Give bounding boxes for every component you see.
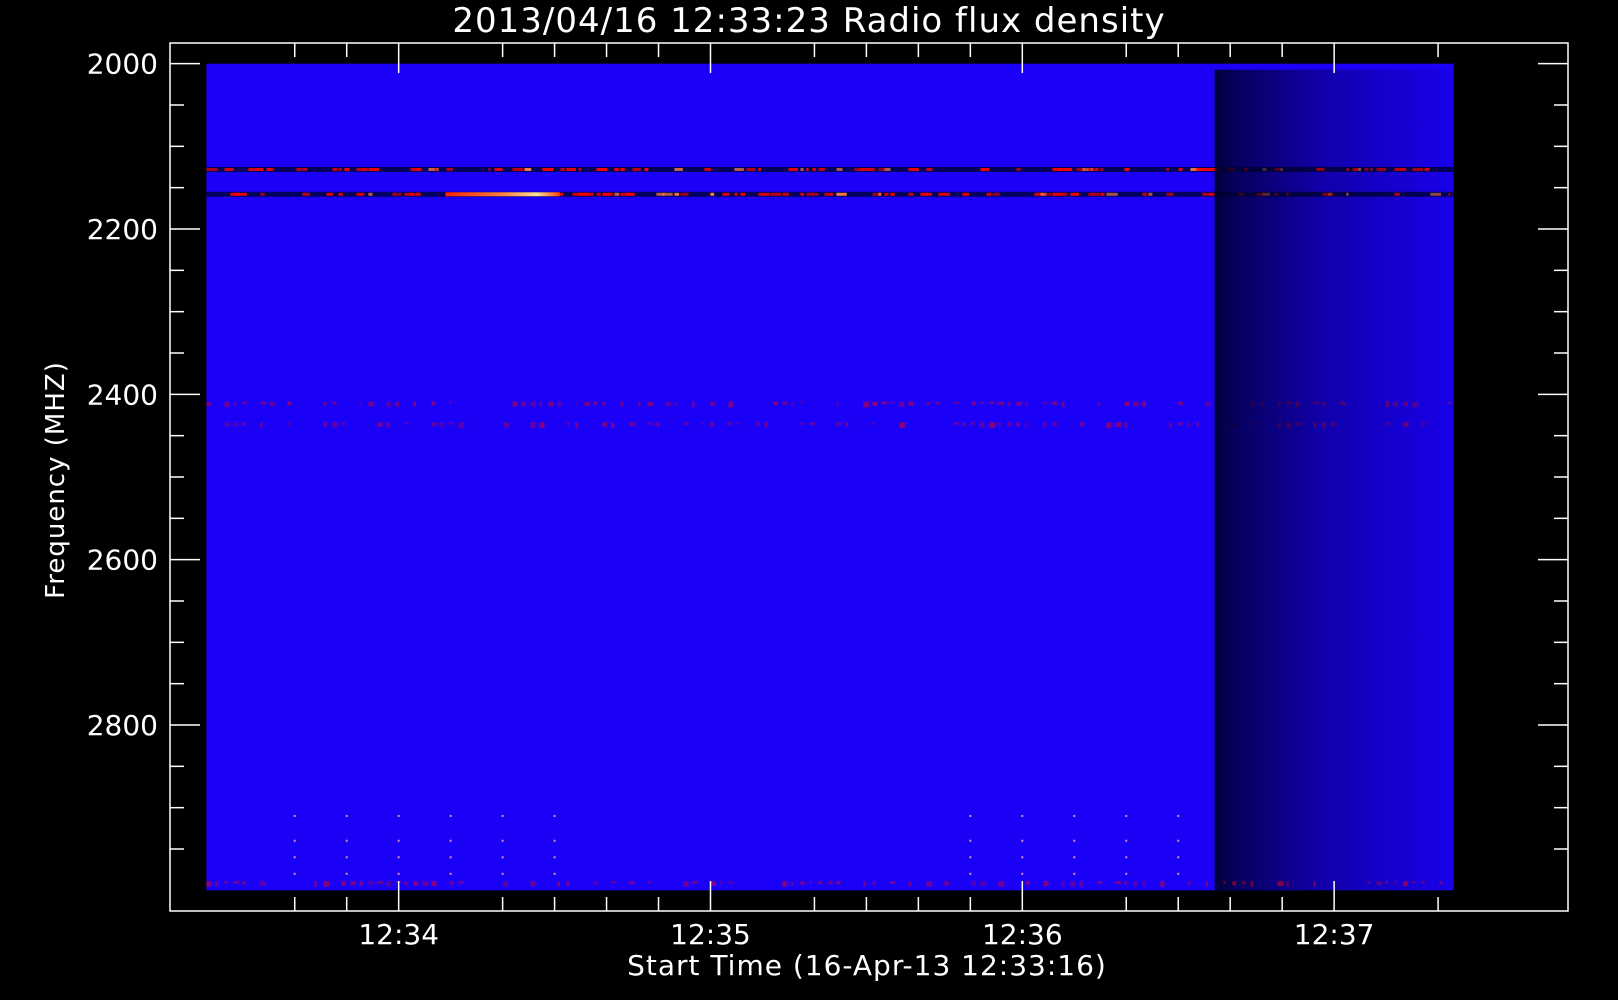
chart-title: 2013/04/16 12:33:23 Radio flux density <box>452 1 1165 41</box>
y-tick-label: 2600 <box>87 544 158 577</box>
x-tick-label: 12:35 <box>670 918 751 951</box>
y-tick-label: 2000 <box>87 48 158 81</box>
dark-column <box>1214 69 1454 891</box>
spectrogram-heatmap <box>206 63 1454 891</box>
spectrogram-figure: 2013/04/16 12:33:23 Radio flux density 2… <box>41 1 1569 982</box>
x-tick-label: 12:36 <box>982 918 1063 951</box>
x-tick-label: 12:37 <box>1294 918 1375 951</box>
y-tick-label: 2200 <box>87 213 158 246</box>
y-tick-label: 2800 <box>87 709 158 742</box>
y-axis-label: Frequency (MHZ) <box>41 361 71 599</box>
x-tick-label: 12:34 <box>358 918 439 951</box>
hot-spot-2158-mhz <box>445 192 560 197</box>
x-axis-label: Start Time (16-Apr-13 12:33:16) <box>627 949 1107 982</box>
y-tick-label: 2400 <box>87 378 158 411</box>
